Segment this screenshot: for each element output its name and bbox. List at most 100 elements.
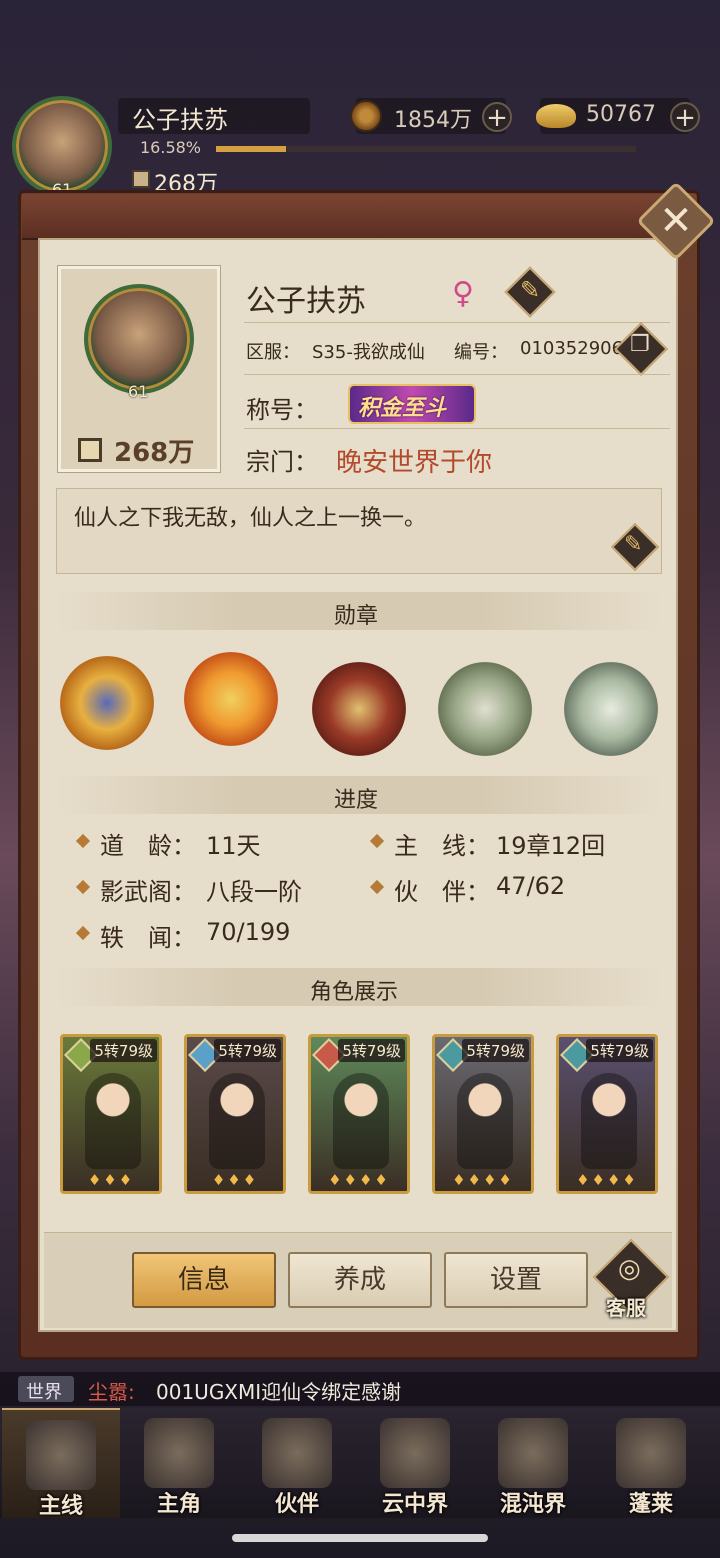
sect-label: 宗门： <box>246 448 318 476</box>
nav-label: 云中界 <box>381 1492 448 1517</box>
home-indicator <box>232 1534 488 1542</box>
tab-train[interactable]: 养成 <box>288 1252 432 1308</box>
hero-card[interactable]: 5转79级 ♦♦♦ <box>60 1034 162 1194</box>
hero-level: 5转79级 <box>338 1039 405 1062</box>
id-label: 编号： <box>454 342 508 363</box>
hero-level: 5转79级 <box>90 1039 157 1062</box>
partner-icon <box>262 1418 332 1488</box>
hero-level: 5转79级 <box>586 1039 653 1062</box>
nav-item-5[interactable]: 混沌界 <box>474 1408 592 1518</box>
sect-value: 晚安世界于你 <box>336 448 493 478</box>
panel-header-strip <box>22 194 696 240</box>
profile-avatar-level: 61 <box>128 382 149 401</box>
coin-icon <box>350 100 382 132</box>
nav-label: 混沌界 <box>499 1492 566 1517</box>
hero-card[interactable]: 5转79级 ♦♦♦ <box>184 1034 286 1194</box>
nav-label: 伙伴 <box>274 1492 319 1517</box>
progress-label-partner: 伙 伴： <box>394 878 490 906</box>
divider <box>244 428 670 429</box>
medal-2-icon[interactable] <box>184 652 278 746</box>
motto-text: 仙人之下我无敌，仙人之上一换一。 <box>74 506 427 531</box>
progress-title: 进度 <box>334 788 379 813</box>
progress-value-age: 11天 <box>206 832 261 860</box>
medals-title: 勋章 <box>334 604 379 629</box>
progress-value-main: 19章12回 <box>496 832 606 860</box>
title-badge: 积金至斗 <box>358 396 447 421</box>
progress-label-shadow: 影武阁： <box>100 878 196 906</box>
gold-ingot-icon <box>536 104 576 128</box>
nav-item-4[interactable]: 云中界 <box>356 1408 474 1518</box>
star-rank: ♦♦♦ <box>87 1171 135 1189</box>
exp-percent: 16.58% <box>140 138 202 157</box>
copy-icon: ❐ <box>630 332 650 357</box>
player-name: 公子扶苏 <box>132 106 228 134</box>
progress-value-partner: 47/62 <box>496 872 566 900</box>
warrior-icon <box>144 1418 214 1488</box>
divider <box>244 322 670 323</box>
hero-portrait <box>581 1073 637 1169</box>
nav-label: 主线 <box>38 1494 83 1519</box>
title-label: 称号： <box>246 396 318 424</box>
close-icon[interactable]: ✕ <box>648 193 704 249</box>
progress-label-anecdote: 轶 闻： <box>100 924 196 952</box>
hero-level: 5转79级 <box>214 1039 281 1062</box>
nav-item-1[interactable]: 主线 <box>2 1408 120 1519</box>
progress-value-shadow: 八段一阶 <box>206 878 302 906</box>
headset-icon: ◎ <box>618 1254 641 1284</box>
server-value: S35-我欲成仙 <box>312 342 425 363</box>
gold-value: 50767 <box>586 102 656 127</box>
progress-label-age: 道 龄： <box>100 832 196 860</box>
chat-channel: 世界 <box>26 1382 62 1403</box>
nav-item-6[interactable]: 蓬莱 <box>592 1408 710 1518</box>
exp-bar <box>216 146 636 152</box>
nav-label: 主角 <box>156 1492 201 1517</box>
server-label: 区服： <box>246 342 300 363</box>
divider <box>244 374 670 375</box>
hero-portrait <box>333 1073 389 1169</box>
swords-icon <box>26 1420 96 1490</box>
tab-info[interactable]: 信息 <box>132 1252 276 1308</box>
profile-name: 公子扶苏 <box>246 284 366 319</box>
hero-portrait <box>457 1073 513 1169</box>
hero-level: 5转79级 <box>462 1039 529 1062</box>
medal-5-icon[interactable] <box>564 662 658 756</box>
gender-icon: ♀ <box>452 276 474 311</box>
chaos-icon <box>498 1418 568 1488</box>
palace-icon <box>380 1418 450 1488</box>
profile-power: 268万 <box>114 438 195 468</box>
edit-brush-icon: ✎ <box>624 532 643 557</box>
progress-value-anecdote: 70/199 <box>206 918 291 946</box>
showcase-title: 角色展示 <box>310 980 399 1005</box>
coin-value: 1854万 <box>394 108 472 133</box>
exp-bar-fill <box>216 146 286 152</box>
hero-portrait <box>209 1073 265 1169</box>
star-rank: ♦♦♦♦ <box>452 1171 514 1189</box>
nav-label: 蓬莱 <box>628 1492 673 1517</box>
medal-4-icon[interactable] <box>438 662 532 756</box>
nav-item-3[interactable]: 伙伴 <box>238 1408 356 1518</box>
progress-label-main: 主 线： <box>394 832 490 860</box>
profile-avatar[interactable] <box>84 284 194 394</box>
star-rank: ♦♦♦♦ <box>576 1171 638 1189</box>
medal-1-icon[interactable] <box>60 656 154 750</box>
hero-card[interactable]: 5转79级 ♦♦♦♦ <box>308 1034 410 1194</box>
nav-item-2[interactable]: 主角 <box>120 1408 238 1518</box>
add-coin-button[interactable]: + <box>482 102 512 132</box>
add-gold-button[interactable]: + <box>670 102 700 132</box>
hero-card[interactable]: 5转79级 ♦♦♦♦ <box>556 1034 658 1194</box>
penglai-icon <box>616 1418 686 1488</box>
medal-3-icon[interactable] <box>312 662 406 756</box>
tab-settings[interactable]: 设置 <box>444 1252 588 1308</box>
hero-card[interactable]: 5转79级 ♦♦♦♦ <box>432 1034 534 1194</box>
power-icon <box>132 170 150 188</box>
top-status-bar: 61 公子扶苏 16.58% 268万 1854万 + 50767 + <box>0 90 720 200</box>
chat-sender: 尘嚣: <box>88 1380 135 1404</box>
chat-message: 001UGXMI迎仙令绑定感谢 <box>156 1380 402 1404</box>
star-rank: ♦♦♦♦ <box>328 1171 390 1189</box>
id-value: 010352906 <box>520 338 624 359</box>
bottom-navigation: 主线 主角 伙伴 云中界 混沌界 蓬莱 <box>0 1408 720 1519</box>
power-icon <box>78 438 102 462</box>
customer-service-label[interactable]: 客服 <box>606 1292 646 1321</box>
hero-portrait <box>85 1073 141 1169</box>
star-rank: ♦♦♦ <box>211 1171 259 1189</box>
